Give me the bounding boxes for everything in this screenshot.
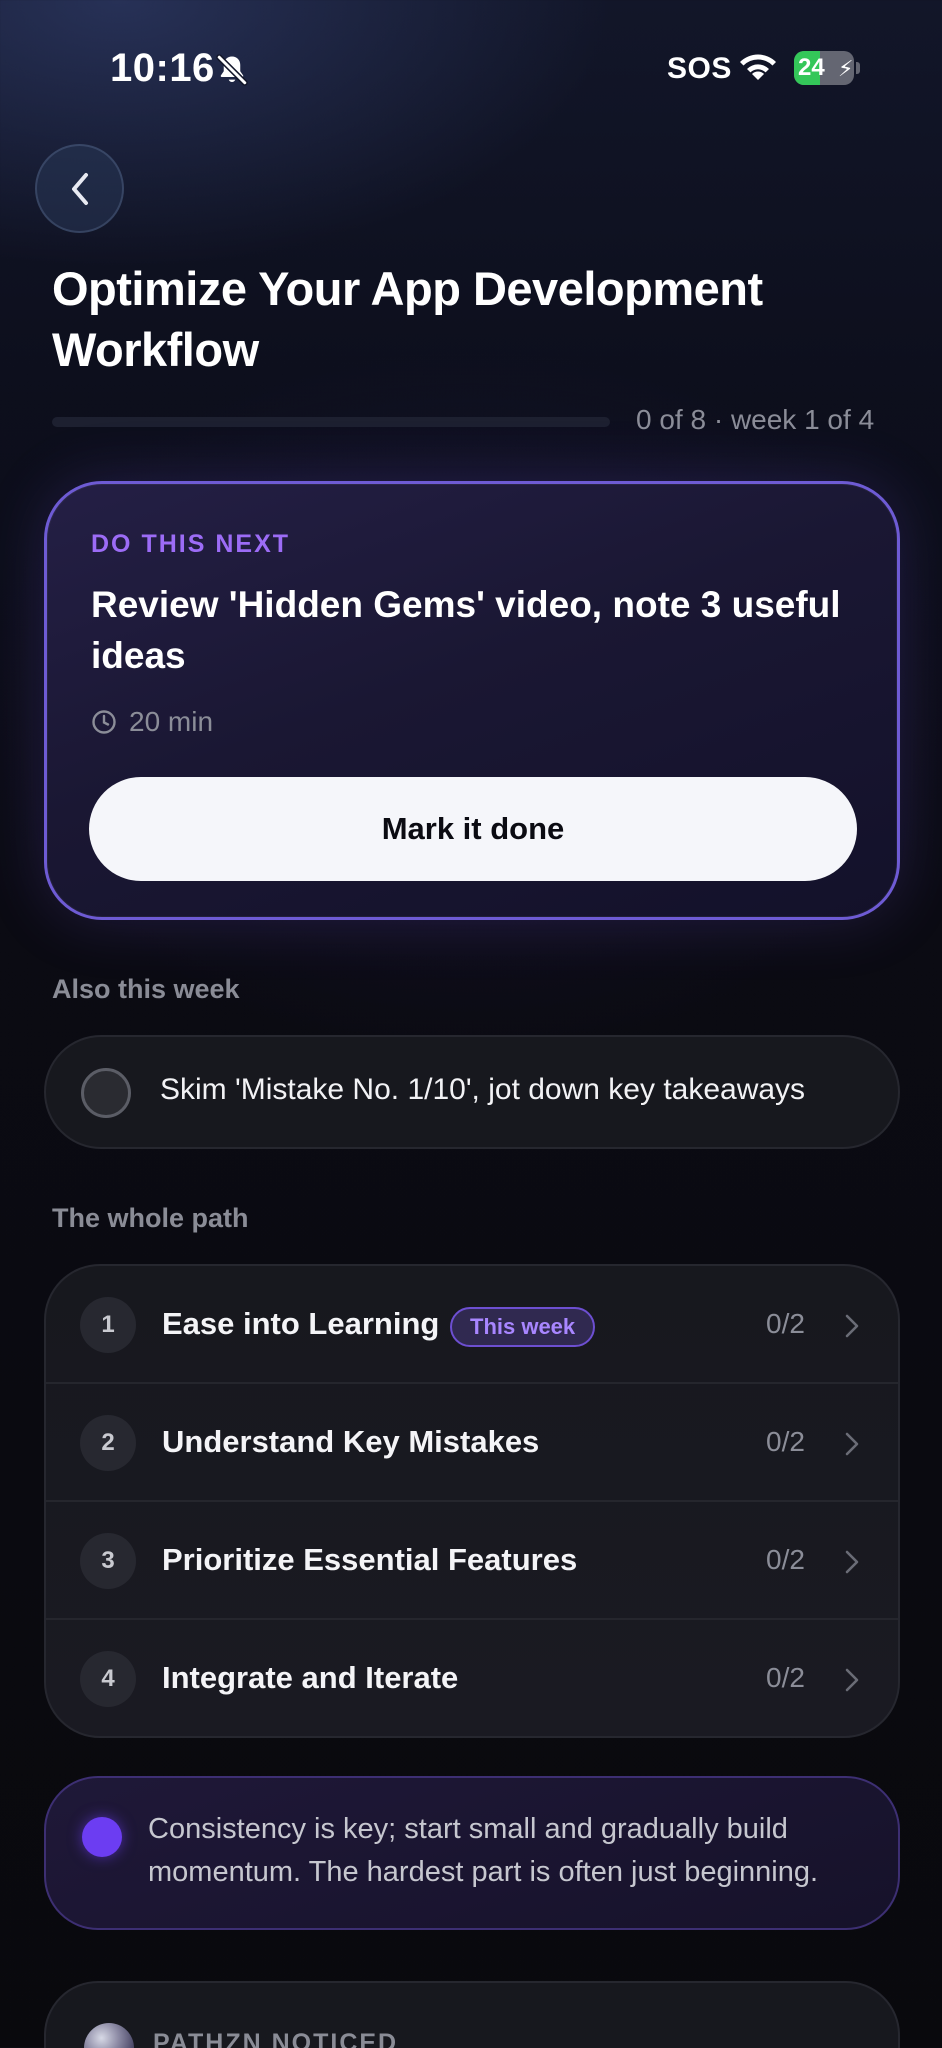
battery-tip <box>856 62 860 74</box>
step-name: Understand Key Mistakes <box>162 1424 540 1459</box>
tip-card: Consistency is key; start small and grad… <box>44 1776 900 1930</box>
chevron-right-icon <box>845 1668 859 1692</box>
step-number: 1 <box>80 1297 136 1353</box>
overall-progress-bar <box>52 417 610 427</box>
noticed-card: PATHZN NOTICED <box>44 1981 900 2048</box>
status-bar: 10:16 SOS 24 ⚡ <box>0 0 942 140</box>
tip-dot-icon <box>82 1817 122 1857</box>
step-name: Ease into Learning <box>162 1306 440 1341</box>
bell-off-icon <box>216 54 248 86</box>
path-list: 1 Ease into Learning This week 0/2 2 Und… <box>44 1264 900 1738</box>
step-count: 0/2 <box>766 1308 805 1339</box>
step-name: Integrate and Iterate <box>162 1660 459 1695</box>
step-number: 2 <box>80 1415 136 1471</box>
step-count: 0/2 <box>766 1662 805 1693</box>
noticed-label: PATHZN NOTICED <box>153 2029 399 2048</box>
next-task-duration: 20 min <box>129 706 214 737</box>
wifi-icon <box>740 54 776 80</box>
mark-done-button[interactable]: Mark it done <box>89 777 857 881</box>
week-task-item[interactable]: Skim 'Mistake No. 1/10', jot down key ta… <box>44 1035 900 1149</box>
this-week-badge: This week <box>450 1307 596 1347</box>
tip-text: Consistency is key; start small and grad… <box>148 1813 819 1888</box>
chevron-right-icon <box>845 1550 859 1574</box>
charging-bolt-icon: ⚡ <box>838 56 854 81</box>
step-number: 4 <box>80 1651 136 1707</box>
this-week-heading: Also this week <box>52 974 240 1004</box>
sos-indicator: SOS <box>667 52 732 85</box>
battery-body: 24 ⚡ <box>794 51 854 85</box>
next-task-card: DO THIS NEXT Review 'Hidden Gems' video,… <box>44 481 900 920</box>
chevron-right-icon <box>845 1314 859 1338</box>
back-button[interactable] <box>35 144 124 233</box>
next-task-label: DO THIS NEXT <box>91 530 291 558</box>
step-count: 0/2 <box>766 1426 805 1457</box>
week-task-text: Skim 'Mistake No. 1/10', jot down key ta… <box>160 1073 806 1106</box>
status-time: 10:16 <box>110 46 215 90</box>
task-checkbox[interactable] <box>81 1068 131 1118</box>
path-step-1[interactable]: 1 Ease into Learning This week 0/2 <box>46 1266 898 1384</box>
path-step-2[interactable]: 2 Understand Key Mistakes 0/2 <box>46 1384 898 1502</box>
path-heading: The whole path <box>52 1203 249 1233</box>
orb-icon <box>84 2023 134 2048</box>
step-name: Prioritize Essential Features <box>162 1542 578 1577</box>
clock-icon <box>92 710 116 734</box>
step-count: 0/2 <box>766 1544 805 1575</box>
battery-level: 24 <box>798 54 825 81</box>
chevron-right-icon <box>845 1432 859 1456</box>
progress-text: 0 of 8 · week 1 of 4 <box>636 404 875 435</box>
path-step-3[interactable]: 3 Prioritize Essential Features 0/2 <box>46 1502 898 1620</box>
path-step-4[interactable]: 4 Integrate and Iterate 0/2 <box>46 1620 898 1736</box>
page-title: Optimize Your App Development Workflow <box>52 262 763 376</box>
step-number: 3 <box>80 1533 136 1589</box>
chevron-left-icon <box>71 172 88 205</box>
next-task-title: Review 'Hidden Gems' video, note 3 usefu… <box>91 584 841 676</box>
